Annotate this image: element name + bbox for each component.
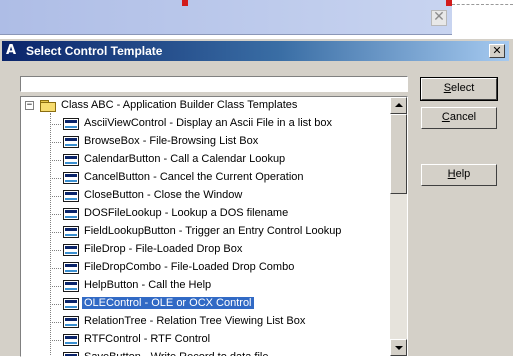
tree-item[interactable]: OLEControl - OLE or OCX Control bbox=[21, 295, 389, 313]
tree-item-label: CancelButton - Cancel the Current Operat… bbox=[84, 171, 304, 183]
control-template-icon bbox=[63, 136, 79, 148]
template-tree[interactable]: − Class ABC - Application Builder Class … bbox=[20, 96, 408, 357]
close-icon: ✕ bbox=[492, 44, 502, 57]
folder-icon bbox=[40, 100, 56, 112]
tree-branch-line bbox=[50, 160, 61, 161]
tree-item-label: SaveButton - Write Record to data file bbox=[84, 351, 269, 357]
select-button-label: elect bbox=[451, 82, 475, 94]
tree-branch-line bbox=[50, 124, 61, 125]
tree-item[interactable]: FileDropCombo - File-Loaded Drop Combo bbox=[21, 259, 389, 277]
app-icon: A bbox=[6, 43, 17, 58]
tree-branch-line bbox=[50, 214, 61, 215]
control-template-icon bbox=[63, 208, 79, 220]
close-icon[interactable]: ✕ bbox=[431, 10, 447, 26]
tree-branch-line bbox=[50, 322, 61, 323]
scroll-up-button[interactable] bbox=[390, 97, 407, 114]
tree-branch-line bbox=[50, 142, 61, 143]
help-button-label: elp bbox=[455, 168, 471, 180]
background-window: ✕ bbox=[0, 0, 452, 35]
tree-item[interactable]: CloseButton - Close the Window bbox=[21, 187, 389, 205]
tree-branch-line bbox=[50, 340, 61, 341]
cancel-button-mnemonic: C bbox=[441, 111, 450, 123]
control-template-icon bbox=[63, 262, 79, 274]
tree-branch-line bbox=[50, 250, 61, 251]
scroll-thumb[interactable] bbox=[390, 114, 407, 194]
resize-handle[interactable] bbox=[182, 0, 188, 6]
tree-item-label: RelationTree - Relation Tree Viewing Lis… bbox=[84, 315, 306, 327]
tree-item-label: RTFControl - RTF Control bbox=[84, 333, 211, 345]
resize-handle[interactable] bbox=[446, 0, 452, 6]
select-button[interactable]: Select bbox=[420, 77, 498, 101]
tree-item-label: FileDropCombo - File-Loaded Drop Combo bbox=[84, 261, 295, 273]
arrow-up-icon bbox=[395, 103, 403, 107]
tree-item[interactable]: HelpButton - Call the Help bbox=[21, 277, 389, 295]
control-template-icon bbox=[63, 190, 79, 202]
tree-item[interactable]: BrowseBox - File-Browsing List Box bbox=[21, 133, 389, 151]
tree-item-label: OLEControl - OLE or OCX Control bbox=[82, 297, 254, 309]
tree-branch-line bbox=[50, 196, 61, 197]
selection-outline bbox=[452, 4, 513, 5]
tree-item-label: HelpButton - Call the Help bbox=[84, 279, 212, 291]
tree-item-label: FileDrop - File-Loaded Drop Box bbox=[84, 243, 243, 255]
arrow-down-icon bbox=[395, 346, 403, 350]
help-button-mnemonic: H bbox=[447, 168, 456, 180]
tree-item[interactable]: AsciiViewControl - Display an Ascii File… bbox=[21, 115, 389, 133]
tree-branch-line bbox=[50, 178, 61, 179]
control-template-icon bbox=[63, 154, 79, 166]
tree-item[interactable]: CancelButton - Cancel the Current Operat… bbox=[21, 169, 389, 187]
tree-item[interactable]: FileDrop - File-Loaded Drop Box bbox=[21, 241, 389, 259]
help-button[interactable]: Help bbox=[421, 164, 497, 186]
tree-branch-line bbox=[50, 304, 61, 305]
tree-item-label: CloseButton - Close the Window bbox=[84, 189, 243, 201]
template-filter-input[interactable] bbox=[20, 76, 408, 92]
tree-item-label: FieldLookupButton - Trigger an Entry Con… bbox=[84, 225, 342, 237]
control-template-icon bbox=[63, 244, 79, 256]
control-template-icon bbox=[63, 334, 79, 346]
control-template-icon bbox=[63, 172, 79, 184]
tree-branch-line bbox=[50, 232, 61, 233]
tree-item-label: DOSFileLookup - Lookup a DOS filename bbox=[84, 207, 289, 219]
control-template-icon bbox=[63, 226, 79, 238]
tree-item-label: CalendarButton - Call a Calendar Lookup bbox=[84, 153, 286, 165]
tree-scrollbar[interactable] bbox=[390, 97, 407, 356]
control-template-icon bbox=[63, 352, 79, 356]
select-control-template-dialog: A Select Control Template ✕ − Class ABC … bbox=[0, 38, 513, 357]
select-button-mnemonic: S bbox=[443, 82, 452, 94]
control-template-icon bbox=[63, 118, 79, 130]
control-template-icon bbox=[63, 298, 79, 310]
tree-item-label: AsciiViewControl - Display an Ascii File… bbox=[84, 117, 332, 129]
close-button[interactable]: ✕ bbox=[489, 44, 505, 58]
control-template-icon bbox=[63, 316, 79, 328]
tree-item[interactable]: CalendarButton - Call a Calendar Lookup bbox=[21, 151, 389, 169]
tree-item[interactable]: DOSFileLookup - Lookup a DOS filename bbox=[21, 205, 389, 223]
title-bar: A Select Control Template ✕ bbox=[2, 41, 509, 61]
tree-item[interactable]: RelationTree - Relation Tree Viewing Lis… bbox=[21, 313, 389, 331]
tree-branch-line bbox=[50, 286, 61, 287]
collapse-icon[interactable]: − bbox=[25, 101, 34, 110]
tree-root-label: Class ABC - Application Builder Class Te… bbox=[61, 99, 298, 111]
tree-root-item[interactable]: − Class ABC - Application Builder Class … bbox=[21, 97, 389, 115]
tree-item[interactable]: FieldLookupButton - Trigger an Entry Con… bbox=[21, 223, 389, 241]
cancel-button[interactable]: Cancel bbox=[421, 107, 497, 129]
dialog-title: Select Control Template bbox=[26, 44, 163, 58]
cancel-button-label: ancel bbox=[449, 111, 477, 123]
tree-item-label: BrowseBox - File-Browsing List Box bbox=[84, 135, 259, 147]
tree-item[interactable]: RTFControl - RTF Control bbox=[21, 331, 389, 349]
scroll-down-button[interactable] bbox=[390, 339, 407, 356]
control-template-icon bbox=[63, 280, 79, 292]
tree-branch-line bbox=[50, 268, 61, 269]
